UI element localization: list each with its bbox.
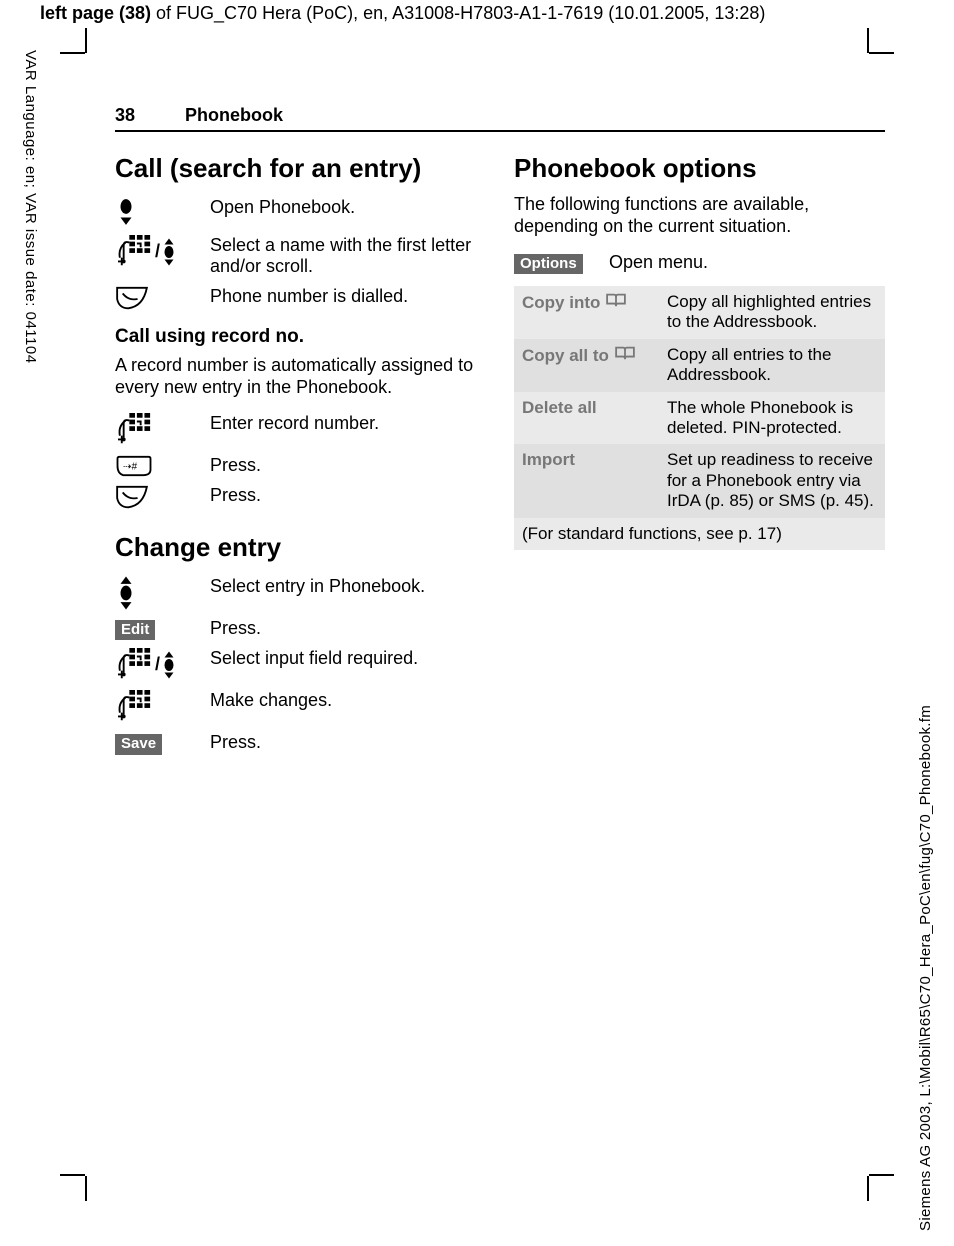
addressbook-icon	[614, 345, 636, 361]
step-text: Press.	[210, 481, 486, 515]
page-title: Phonebook	[185, 105, 283, 126]
crop-mark	[85, 28, 87, 53]
save-softkey: Save	[115, 734, 162, 755]
heading-call-record: Call using record no.	[115, 326, 486, 348]
option-label: Copy into	[514, 286, 659, 339]
step-icon-cell: Save	[115, 728, 210, 759]
options-intro: The following functions are available, d…	[514, 193, 885, 238]
crop-mark	[60, 1174, 85, 1176]
page-side-label: left page (38)	[40, 3, 151, 23]
file-path-sidebar: Siemens AG 2003, L:\Mobil\R65\C70_Hera_P…	[917, 705, 934, 1231]
step-icon-cell	[115, 282, 210, 316]
step-row: Make changes.	[115, 686, 486, 728]
option-desc: Set up readiness to receive for a Phoneb…	[659, 444, 885, 517]
step-icon-cell: /	[115, 231, 210, 282]
step-row: Press.	[115, 481, 486, 515]
option-row: Delete allThe whole Phonebook is deleted…	[514, 392, 885, 445]
build-info-rest: of FUG_C70 Hera (PoC), en, A31008-H7803-…	[151, 3, 765, 23]
step-text: Press.	[210, 451, 486, 481]
joy-down-icon	[115, 197, 137, 227]
keypad-joy-icon	[115, 648, 155, 682]
keypad-joy-icon	[160, 650, 178, 680]
step-row: /Select a name with the first letter and…	[115, 231, 486, 282]
step-icon-cell: Edit	[115, 614, 210, 645]
record-paragraph: A record number is automatically assigne…	[115, 354, 486, 399]
keypad-joy-icon	[115, 235, 155, 269]
option-label: Delete all	[514, 392, 659, 445]
change-steps: Select entry in Phonebook.EditPress./Sel…	[115, 572, 486, 759]
step-text: Select a name with the first letter and/…	[210, 231, 486, 282]
running-header: 38 Phonebook	[115, 105, 885, 132]
page-content: 38 Phonebook Call (search for an entry) …	[115, 105, 885, 759]
call-key-icon	[115, 485, 149, 511]
addressbook-icon	[605, 292, 627, 308]
step-row: Edit Press.	[115, 614, 486, 645]
edit-softkey: Edit	[115, 620, 155, 641]
option-desc: Copy all entries to the Addressbook.	[659, 339, 885, 392]
hash-key-icon	[115, 455, 153, 477]
right-column: Phonebook options The following function…	[514, 154, 885, 759]
step-icon-cell: /	[115, 644, 210, 686]
step-row: Enter record number.	[115, 409, 486, 451]
step-row: Select entry in Phonebook.	[115, 572, 486, 614]
step-text: Make changes.	[210, 686, 486, 728]
step-row: Save Press.	[115, 728, 486, 759]
keypad-joy-icon	[160, 237, 178, 267]
step-icon-cell	[115, 193, 210, 231]
option-row: Copy all to Copy all entries to the Addr…	[514, 339, 885, 392]
left-column: Call (search for an entry) Open Phoneboo…	[115, 154, 486, 759]
options-table: Copy into Copy all highlighted entries t…	[514, 286, 885, 550]
options-softkey: Options	[514, 254, 583, 275]
step-row: Phone number is dialled.	[115, 282, 486, 316]
step-icon-cell	[115, 451, 210, 481]
option-row: Copy into Copy all highlighted entries t…	[514, 286, 885, 339]
call-key-icon	[115, 286, 149, 312]
step-text: Phone number is dialled.	[210, 282, 486, 316]
build-info-header: left page (38) of FUG_C70 Hera (PoC), en…	[40, 3, 765, 24]
page-number: 38	[115, 105, 135, 126]
step-text: Select input field required.	[210, 644, 486, 686]
step-text: Select entry in Phonebook.	[210, 572, 486, 614]
option-desc: Copy all highlighted entries to the Addr…	[659, 286, 885, 339]
option-desc: The whole Phonebook is deleted. PIN-prot…	[659, 392, 885, 445]
keypad-icon	[115, 690, 155, 724]
option-label: Import	[514, 444, 659, 517]
crop-mark	[867, 1176, 869, 1201]
crop-mark	[867, 28, 869, 53]
crop-mark	[869, 52, 894, 54]
record-steps: Enter record number.Press.Press.	[115, 409, 486, 515]
step-row: Open Phonebook.	[115, 193, 486, 231]
heading-call-search: Call (search for an entry)	[115, 154, 486, 183]
option-label: Copy all to	[514, 339, 659, 392]
crop-mark	[60, 52, 85, 54]
step-text: Press.	[210, 728, 486, 759]
step-icon-cell	[115, 572, 210, 614]
heading-phonebook-options: Phonebook options	[514, 154, 885, 183]
crop-mark	[869, 1174, 894, 1176]
var-language-sidebar: VAR Language: en; VAR issue date: 041104	[22, 50, 39, 364]
joy-updown-icon	[115, 576, 137, 610]
options-open-text: Open menu.	[609, 248, 885, 279]
heading-change-entry: Change entry	[115, 533, 486, 562]
option-row: ImportSet up readiness to receive for a …	[514, 444, 885, 517]
step-icon-cell	[115, 686, 210, 728]
crop-mark	[85, 1176, 87, 1201]
options-open-row: Options Open menu.	[514, 248, 885, 279]
options-footer-text: (For standard functions, see p. 17)	[514, 518, 885, 550]
call-steps: Open Phonebook./Select a name with the f…	[115, 193, 486, 316]
step-text: Open Phonebook.	[210, 193, 486, 231]
keypad-icon	[115, 413, 155, 447]
options-footer-row: (For standard functions, see p. 17)	[514, 518, 885, 550]
step-icon-cell	[115, 481, 210, 515]
step-text: Press.	[210, 614, 486, 645]
step-row: Press.	[115, 451, 486, 481]
step-text: Enter record number.	[210, 409, 486, 451]
step-icon-cell	[115, 409, 210, 451]
step-row: /Select input field required.	[115, 644, 486, 686]
